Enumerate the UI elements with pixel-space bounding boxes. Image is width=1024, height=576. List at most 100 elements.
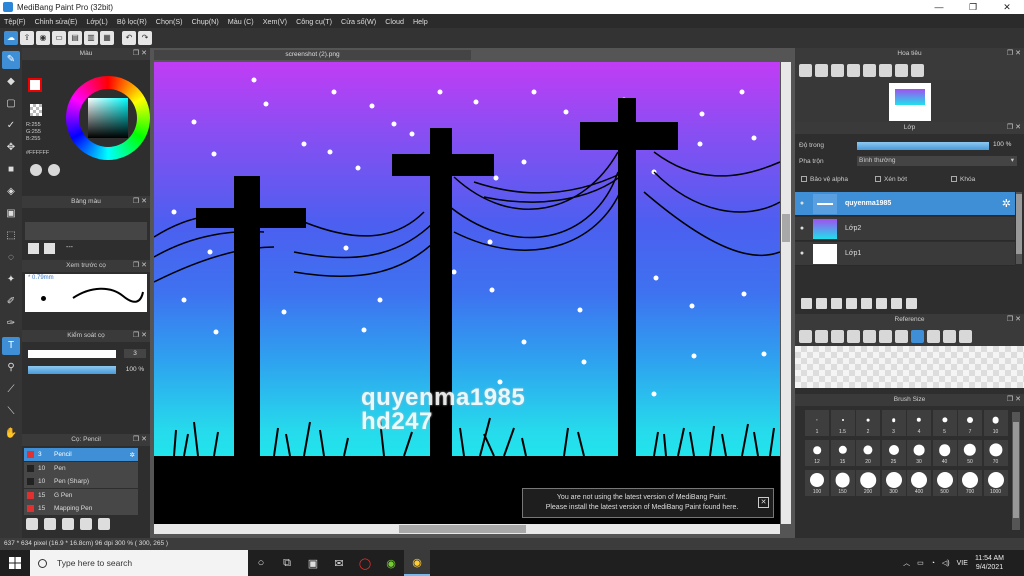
panel-close-icon[interactable]: ❐ ✕ bbox=[1007, 122, 1021, 134]
brush-size-5[interactable]: 5 bbox=[932, 410, 957, 436]
move-tool-icon[interactable]: ✥ bbox=[2, 139, 20, 157]
menu-color[interactable]: Màu (C) bbox=[228, 17, 254, 26]
blend-mode-select[interactable]: Bình thường ▾ bbox=[857, 156, 1017, 166]
duplicate-layer-icon[interactable] bbox=[876, 297, 887, 309]
flip-icon[interactable] bbox=[943, 329, 956, 343]
mail-icon[interactable]: ✉ bbox=[326, 550, 352, 576]
layer-folder-icon[interactable] bbox=[861, 297, 872, 309]
rotate-icon[interactable] bbox=[863, 63, 876, 77]
reset-icon[interactable] bbox=[959, 329, 972, 343]
merge-layer-icon[interactable] bbox=[891, 297, 902, 309]
hand-icon[interactable] bbox=[911, 329, 924, 343]
menu-view[interactable]: Xem(V) bbox=[263, 17, 287, 26]
layer-item-lop2[interactable]: ● Lớp2 bbox=[795, 217, 1015, 241]
brush-item-pen-sharp[interactable]: 10 Pen (Sharp) bbox=[24, 475, 138, 488]
redo-icon[interactable]: ↷ bbox=[138, 31, 152, 45]
fit-icon[interactable] bbox=[831, 63, 844, 77]
palette-box[interactable] bbox=[25, 222, 147, 240]
brush-size-400[interactable]: 400 bbox=[907, 470, 931, 496]
layer-scrollbar[interactable] bbox=[1016, 192, 1022, 264]
zoom-in-icon[interactable] bbox=[847, 329, 860, 343]
brush-size-500[interactable]: 500 bbox=[932, 470, 957, 496]
close-button[interactable]: ✕ bbox=[990, 0, 1024, 14]
flip-icon[interactable] bbox=[879, 63, 892, 77]
brush-size-25[interactable]: 25 bbox=[881, 440, 906, 466]
opera-icon[interactable]: ◯ bbox=[352, 550, 378, 576]
brush-menu-icon[interactable] bbox=[62, 518, 74, 530]
minimize-button[interactable]: — bbox=[922, 0, 956, 14]
zoom-out-icon[interactable] bbox=[879, 329, 892, 343]
brush-size-150[interactable]: 150 bbox=[830, 470, 855, 496]
lock-checkbox[interactable]: Khóa bbox=[951, 176, 975, 183]
clock[interactable]: 11:54 AM 9/4/2021 bbox=[975, 554, 1004, 572]
panel-close-icon[interactable]: ❐ ✕ bbox=[133, 48, 147, 60]
brush-size-10[interactable]: 10 bbox=[983, 410, 1008, 436]
color-history-icon[interactable] bbox=[30, 164, 42, 176]
brush-size-20[interactable]: 20 bbox=[856, 440, 880, 466]
gear-icon[interactable]: ✲ bbox=[1002, 197, 1011, 210]
bucket-tool-icon[interactable]: ◈ bbox=[2, 183, 20, 201]
check-tool-icon[interactable]: ✓ bbox=[2, 117, 20, 135]
select-pen-icon[interactable]: ✐ bbox=[2, 293, 20, 311]
vscroll-thumb[interactable] bbox=[782, 214, 790, 242]
brush-size-700[interactable]: 700 bbox=[958, 470, 982, 496]
brush-item-g-pen[interactable]: 15 G Pen bbox=[24, 488, 138, 502]
gear-icon[interactable]: ✲ bbox=[130, 451, 135, 459]
canvas-tab[interactable]: screenshot (2).png bbox=[154, 50, 471, 60]
chrome-icon[interactable]: ◉ bbox=[404, 550, 430, 576]
eye-icon[interactable]: ● bbox=[795, 225, 809, 232]
brush-item-pencil[interactable]: 3 Pencil ✲ bbox=[24, 448, 138, 461]
brush-size-2[interactable]: 2 bbox=[856, 410, 880, 436]
divide-tool-icon[interactable]: ⟍ bbox=[2, 403, 20, 421]
protect-alpha-checkbox[interactable]: Bảo vệ alpha bbox=[801, 176, 848, 183]
fill-rect-tool-icon[interactable]: ■ bbox=[2, 161, 20, 179]
menu-help[interactable]: Help bbox=[413, 17, 428, 26]
brush-size-value[interactable]: 3 bbox=[124, 349, 146, 358]
menu-cloud[interactable]: Cloud bbox=[385, 17, 404, 26]
delete-palette-icon[interactable] bbox=[44, 243, 55, 254]
wifi-icon[interactable]: ◔ bbox=[931, 560, 935, 567]
artwork-canvas[interactable]: quyenma1985 hd247 bbox=[154, 62, 780, 524]
layer-item-quyenma1985[interactable]: ● quyenma1985 ✲ bbox=[795, 192, 1015, 216]
notice-close-icon[interactable]: ✕ bbox=[758, 497, 769, 508]
cloud-icon[interactable]: ☁ bbox=[4, 31, 18, 45]
zoom-out-icon[interactable] bbox=[847, 63, 860, 77]
network-icon[interactable]: ▭ bbox=[917, 559, 924, 567]
update-notice[interactable]: You are not using the latest version of … bbox=[522, 488, 774, 518]
delete-layer-icon[interactable] bbox=[906, 297, 917, 309]
brush-size-3[interactable]: 3 bbox=[881, 410, 906, 436]
brush-tool-icon[interactable]: ✎ bbox=[2, 51, 20, 69]
magic-wand-icon[interactable]: ✦ bbox=[2, 271, 20, 289]
rotate-icon[interactable] bbox=[927, 329, 940, 343]
brush-size-200[interactable]: 200 bbox=[856, 470, 880, 496]
taskbar-search-input[interactable]: Type here to search bbox=[30, 550, 248, 576]
menu-layer[interactable]: Lớp(L) bbox=[86, 17, 108, 26]
volume-icon[interactable]: ◁) bbox=[942, 559, 950, 567]
lasso-tool-icon[interactable]: ◌ bbox=[2, 249, 20, 267]
brush-size-scrollbar[interactable] bbox=[1012, 412, 1020, 530]
menu-filter[interactable]: Bộ lọc(R) bbox=[117, 17, 147, 26]
brush-folder-icon[interactable] bbox=[80, 518, 92, 530]
brush-size-1000[interactable]: 1000 bbox=[983, 470, 1008, 496]
brush-item-mapping-pen[interactable]: 15 Mapping Pen bbox=[24, 502, 138, 515]
layer-item-lop1[interactable]: ● Lớp1 bbox=[795, 242, 1015, 266]
hand-tool-icon[interactable]: ✋ bbox=[2, 425, 20, 443]
add-palette-icon[interactable] bbox=[28, 243, 39, 254]
brush-size-15[interactable]: 15 bbox=[830, 440, 855, 466]
brush-size-40[interactable]: 40 bbox=[932, 440, 957, 466]
transparent-swatch[interactable] bbox=[30, 104, 42, 116]
new-color-layer-icon[interactable] bbox=[816, 297, 827, 309]
layer-opacity-slider[interactable] bbox=[857, 142, 989, 150]
save-icon[interactable]: ▦ bbox=[100, 31, 114, 45]
page-icon[interactable]: ▥ bbox=[84, 31, 98, 45]
task-view-icon[interactable]: ⧉ bbox=[274, 550, 300, 576]
maximize-button[interactable]: ❐ bbox=[956, 0, 990, 14]
layer-menu-icon[interactable] bbox=[846, 297, 857, 309]
color-square[interactable] bbox=[88, 98, 128, 138]
navigator-preview[interactable] bbox=[795, 80, 1024, 122]
brush-size-300[interactable]: 300 bbox=[881, 470, 906, 496]
select-eraser-icon[interactable]: ✑ bbox=[2, 315, 20, 333]
reference-area[interactable] bbox=[795, 346, 1024, 388]
canvas-horizontal-scrollbar[interactable] bbox=[154, 524, 780, 534]
brush-size-12[interactable]: 12 bbox=[805, 440, 829, 466]
